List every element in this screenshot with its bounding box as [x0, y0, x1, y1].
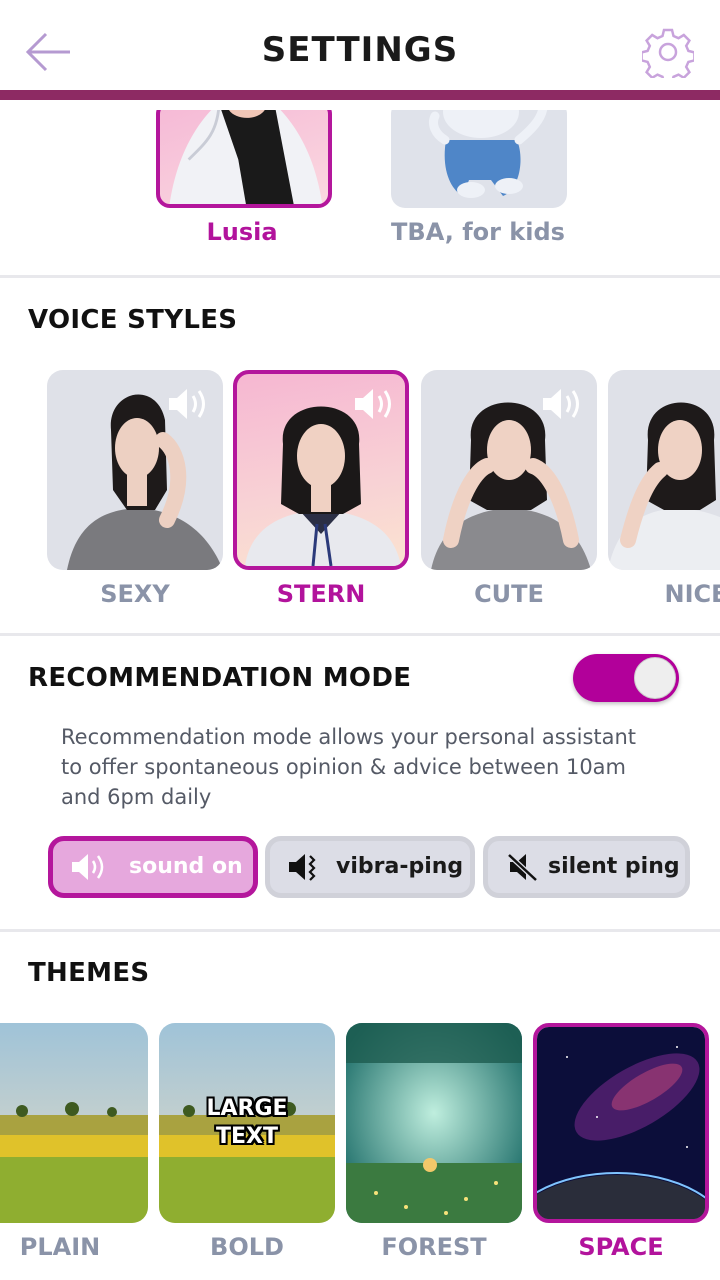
- voice-card-cute[interactable]: [421, 370, 597, 570]
- speaker-icon[interactable]: [167, 386, 211, 422]
- sound-on-label: sound on: [129, 854, 243, 879]
- theme-card-space[interactable]: [533, 1023, 709, 1223]
- voice-card-sexy[interactable]: [47, 370, 223, 570]
- cartoon-cat-icon: [428, 110, 548, 198]
- voice-styles-title: VOICE STYLES: [28, 305, 238, 335]
- recommendation-toggle[interactable]: [573, 654, 679, 702]
- theme-label-plain: PLAIN: [19, 1233, 101, 1261]
- theme-card-forest[interactable]: [346, 1023, 522, 1223]
- themes-title: THEMES: [28, 958, 150, 988]
- voice-card-nice[interactable]: [608, 370, 720, 570]
- silent-ping-button[interactable]: silent ping: [483, 836, 690, 898]
- voice-label-stern: STERN: [276, 580, 366, 608]
- voice-label-sexy: SEXY: [100, 580, 170, 608]
- mute-icon: [506, 852, 542, 882]
- voice-label-nice: NICE: [664, 580, 720, 608]
- assistant-label-lusia: Lusia: [206, 218, 278, 246]
- speaker-icon[interactable]: [353, 386, 397, 422]
- gear-icon[interactable]: [640, 26, 696, 85]
- page-title: SETTINGS: [261, 30, 459, 70]
- landscape-thumbnail: [0, 1023, 148, 1223]
- assistant-selector: Lusia TBA, for kids: [0, 110, 720, 276]
- voice-label-cute: CUTE: [474, 580, 544, 608]
- assistant-card-kids[interactable]: [391, 110, 567, 208]
- assistant-label-kids: TBA, for kids: [391, 218, 565, 246]
- large-text-overlay: LARGE TEXT: [206, 1096, 288, 1149]
- section-divider: [0, 275, 720, 278]
- speaker-icon: [71, 852, 107, 882]
- vibra-ping-label: vibra-ping: [336, 854, 464, 879]
- theme-label-forest: FOREST: [381, 1233, 487, 1261]
- settings-screen: SETTINGS Lusia TBA, for kids VOICE STYLE…: [0, 0, 720, 1280]
- space-thumbnail: [537, 1027, 705, 1219]
- assistant-card-lusia[interactable]: [156, 110, 332, 208]
- recommendation-title: RECOMMENDATION MODE: [28, 663, 412, 693]
- voice-card-stern[interactable]: [233, 370, 409, 570]
- silent-ping-label: silent ping: [548, 854, 680, 879]
- forest-thumbnail: [346, 1023, 522, 1223]
- theme-card-bold[interactable]: LARGE TEXT: [159, 1023, 335, 1223]
- section-divider: [0, 929, 720, 932]
- top-bar: SETTINGS: [0, 0, 720, 100]
- assistant-portrait: [169, 110, 323, 204]
- theme-card-plain[interactable]: [0, 1023, 148, 1223]
- theme-label-space: SPACE: [578, 1233, 664, 1261]
- vibrate-speaker-icon: [288, 852, 324, 882]
- vibra-ping-button[interactable]: vibra-ping: [265, 836, 475, 898]
- theme-label-bold: BOLD: [210, 1233, 284, 1261]
- recommendation-description: Recommendation mode allows your personal…: [61, 725, 637, 809]
- sound-on-button[interactable]: sound on: [48, 836, 258, 898]
- section-divider: [0, 633, 720, 636]
- voice-portrait: [608, 402, 720, 570]
- speaker-icon[interactable]: [541, 386, 585, 422]
- toggle-knob: [634, 657, 676, 699]
